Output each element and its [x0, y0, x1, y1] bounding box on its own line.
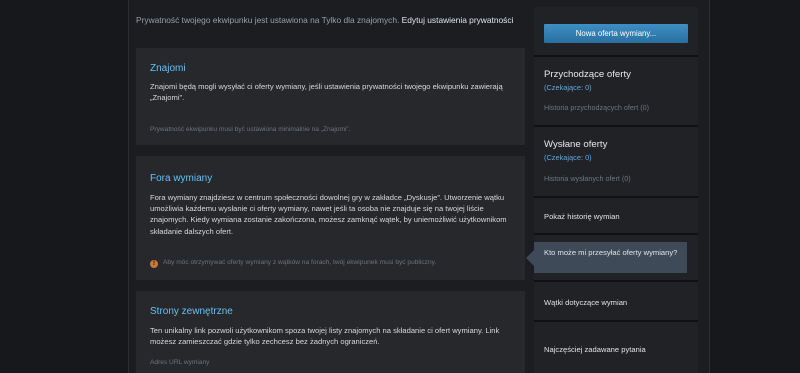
incoming-offers-history-link[interactable]: Historia przychodzących ofert (0): [544, 103, 649, 112]
external-sites-card-title[interactable]: Strony zewnętrzne: [150, 306, 233, 317]
sidebar-divider: [534, 233, 698, 235]
friends-card-footer: Prywatność ekwipunku musi być ustawiona …: [150, 126, 351, 133]
incoming-offers-link[interactable]: Przychodzące oferty: [544, 69, 631, 80]
faq-link[interactable]: Najczęściej zadawane pytania: [544, 344, 694, 355]
page-background-left: [0, 0, 128, 373]
friends-card-title[interactable]: Znajomi: [150, 63, 186, 74]
sidebar-divider: [534, 280, 698, 282]
friends-card-body: Znajomi będą mogli wysyłać ci oferty wym…: [150, 82, 503, 103]
trade-forums-card-title[interactable]: Fora wymiany: [150, 173, 212, 184]
active-item-arrow: [526, 250, 534, 266]
trade-forums-card: Fora wymiany Fora wymiany znajdziesz w c…: [136, 156, 525, 280]
external-sites-card-body: Ten unikalny link pozwoli użytkownikom s…: [150, 326, 500, 347]
sidebar-divider: [534, 125, 698, 127]
sidebar-divider: [534, 55, 698, 57]
privacy-notice: Prywatność twojego ekwipunku jest ustawi…: [136, 14, 520, 27]
who-can-send-offers-link[interactable]: Kto może mi przesyłać oferty wymiany?: [544, 247, 684, 258]
sidebar-divider: [534, 320, 698, 322]
sent-offers-link[interactable]: Wysłane oferty: [544, 139, 607, 150]
warning-icon: !: [150, 260, 158, 268]
new-trade-offer-button[interactable]: Nowa oferta wymiany...: [544, 24, 688, 43]
trade-offers-sidebar: Nowa oferta wymiany... Przychodzące ofer…: [526, 7, 698, 373]
trade-url-label: Adres URL wymiany: [150, 359, 210, 366]
sent-offers-pending: (Czekające: 0): [544, 153, 592, 162]
trade-forums-footer-text: Aby móc otrzymywać oferty wymiany z wątk…: [163, 259, 437, 266]
external-sites-card: Strony zewnętrzne Ten unikalny link pozw…: [136, 291, 525, 373]
privacy-notice-text: Prywatność twojego ekwipunku jest ustawi…: [136, 15, 400, 25]
sent-offers-history-link[interactable]: Historia wysłanych ofert (0): [544, 174, 631, 183]
edit-privacy-link[interactable]: Edytuj ustawienia prywatności: [402, 15, 514, 25]
trade-forums-card-footer: ! Aby móc otrzymywać oferty wymiany z wąt…: [150, 259, 436, 268]
sidebar-divider: [534, 196, 698, 198]
incoming-offers-pending: (Czekające: 0): [544, 83, 592, 92]
friends-card: Znajomi Znajomi będą mogli wysyłać ci of…: [136, 48, 525, 145]
trade-forums-card-body: Fora wymiany znajdziesz w centrum społec…: [150, 193, 507, 236]
trade-offers-page: Prywatność twojego ekwipunku jest ustawi…: [0, 0, 800, 373]
page-background-right: [710, 0, 800, 373]
show-trade-history-link[interactable]: Pokaż historię wymian: [544, 211, 694, 222]
trade-threads-link[interactable]: Wątki dotyczące wymian: [544, 297, 694, 308]
